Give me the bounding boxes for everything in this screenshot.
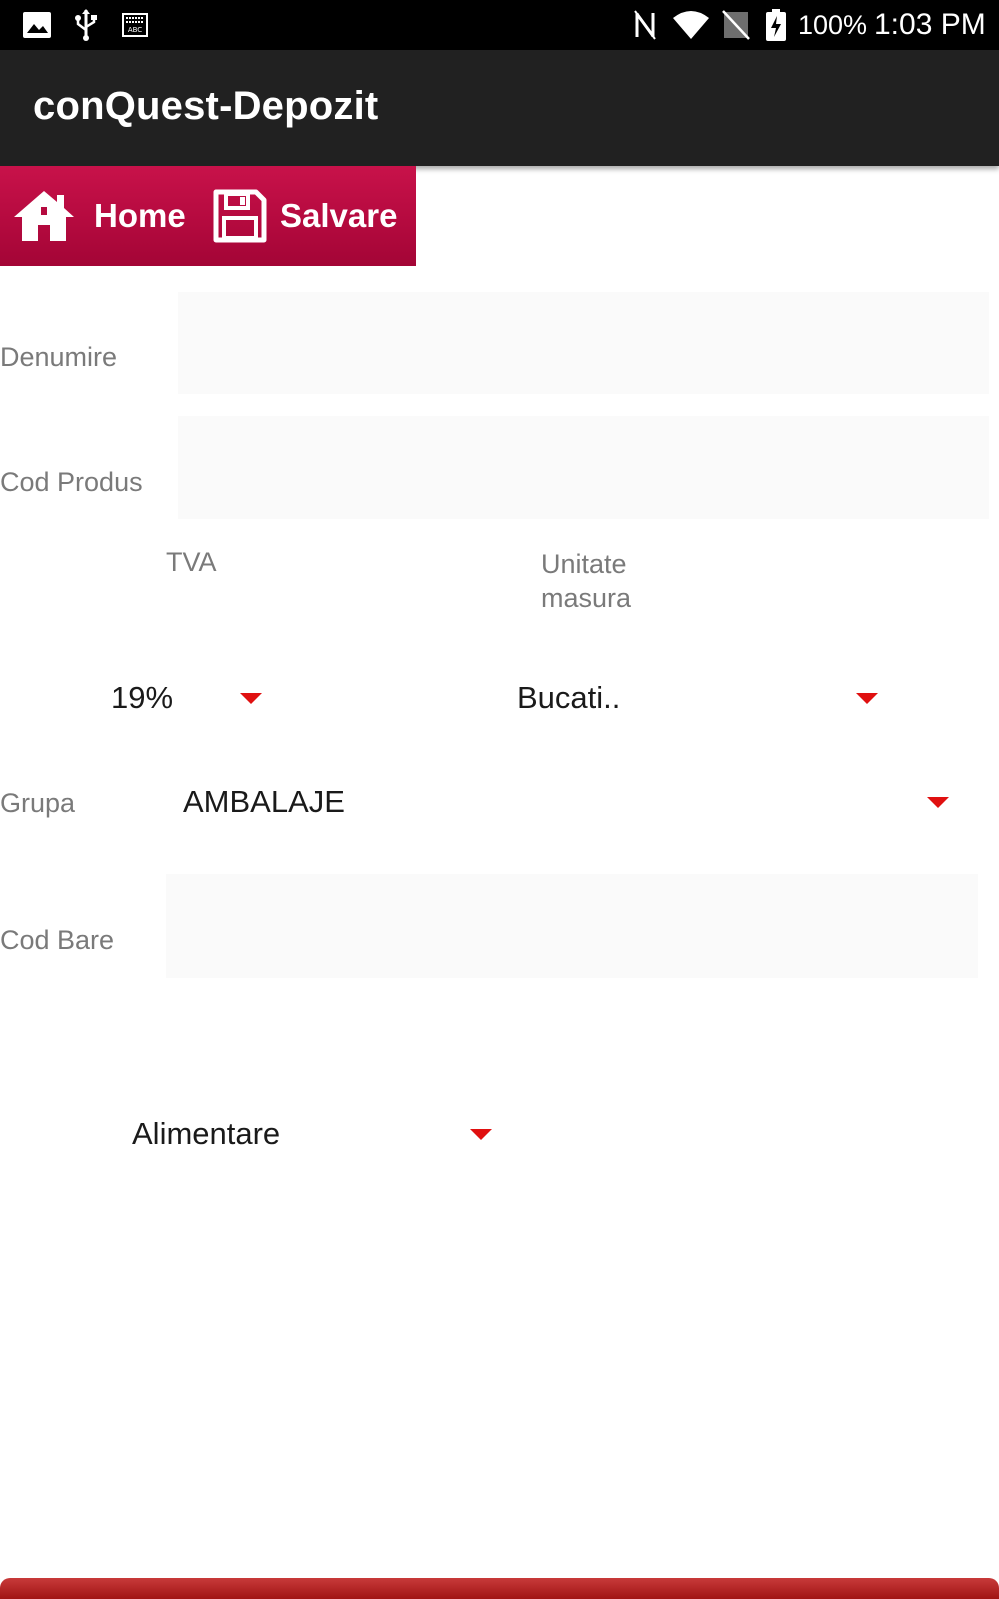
action-toolbar: Home Salvare	[0, 166, 416, 266]
cod-bare-label: Cod Bare	[0, 925, 115, 955]
keyboard-icon: ABC	[122, 0, 148, 50]
save-label: Salvare	[280, 197, 398, 234]
cod-produs-label: Cod Produs	[0, 467, 143, 497]
battery-percent: 100%	[798, 9, 868, 40]
unitate-masura-value: Bucati..	[517, 680, 621, 715]
cod-bare-input[interactable]	[166, 874, 978, 978]
nfc-icon	[634, 0, 656, 50]
categorie-dropdown-caret-icon	[470, 1129, 492, 1140]
floppy-disk-icon	[212, 188, 268, 244]
home-label: Home	[94, 197, 186, 234]
no-sim-icon	[722, 0, 750, 50]
svg-text:ABC: ABC	[128, 26, 142, 34]
tva-label: TVA	[166, 547, 217, 577]
denumire-input[interactable]	[178, 292, 989, 394]
save-button[interactable]: Salvare	[212, 166, 412, 266]
unitate-masura-label-line2: masura	[541, 583, 632, 613]
bottom-accent-bar	[0, 1578, 999, 1599]
grupa-label: Grupa	[0, 788, 76, 818]
unitate-masura-label: Unitate masura	[541, 547, 631, 615]
wifi-icon	[672, 0, 710, 50]
unitate-masura-spinner[interactable]: Bucati..	[510, 670, 890, 726]
status-bar: ABC 100% 1:03 PM	[0, 0, 999, 50]
grupa-dropdown-caret-icon	[927, 797, 949, 808]
grupa-spinner[interactable]: AMBALAJE	[178, 774, 968, 830]
home-icon	[12, 189, 76, 243]
usb-icon	[74, 0, 98, 50]
tva-spinner[interactable]: 19%	[100, 670, 280, 726]
categorie-value: Alimentare	[132, 1116, 281, 1151]
unitate-masura-label-line1: Unitate	[541, 549, 627, 579]
denumire-label: Denumire	[0, 342, 118, 372]
app-bar: conQuest-Depozit	[0, 50, 999, 166]
app-title: conQuest-Depozit	[33, 84, 379, 128]
categorie-spinner[interactable]: Alimentare	[120, 1106, 510, 1162]
battery-icon	[766, 0, 786, 50]
tva-value: 19%	[111, 680, 174, 715]
tva-dropdown-caret-icon	[240, 693, 262, 704]
cod-produs-input[interactable]	[178, 416, 989, 519]
image-icon	[22, 0, 52, 50]
grupa-value: AMBALAJE	[183, 784, 345, 819]
unitate-masura-dropdown-caret-icon	[856, 693, 878, 704]
clock: 1:03 PM	[874, 8, 986, 41]
home-button[interactable]: Home	[12, 166, 197, 266]
